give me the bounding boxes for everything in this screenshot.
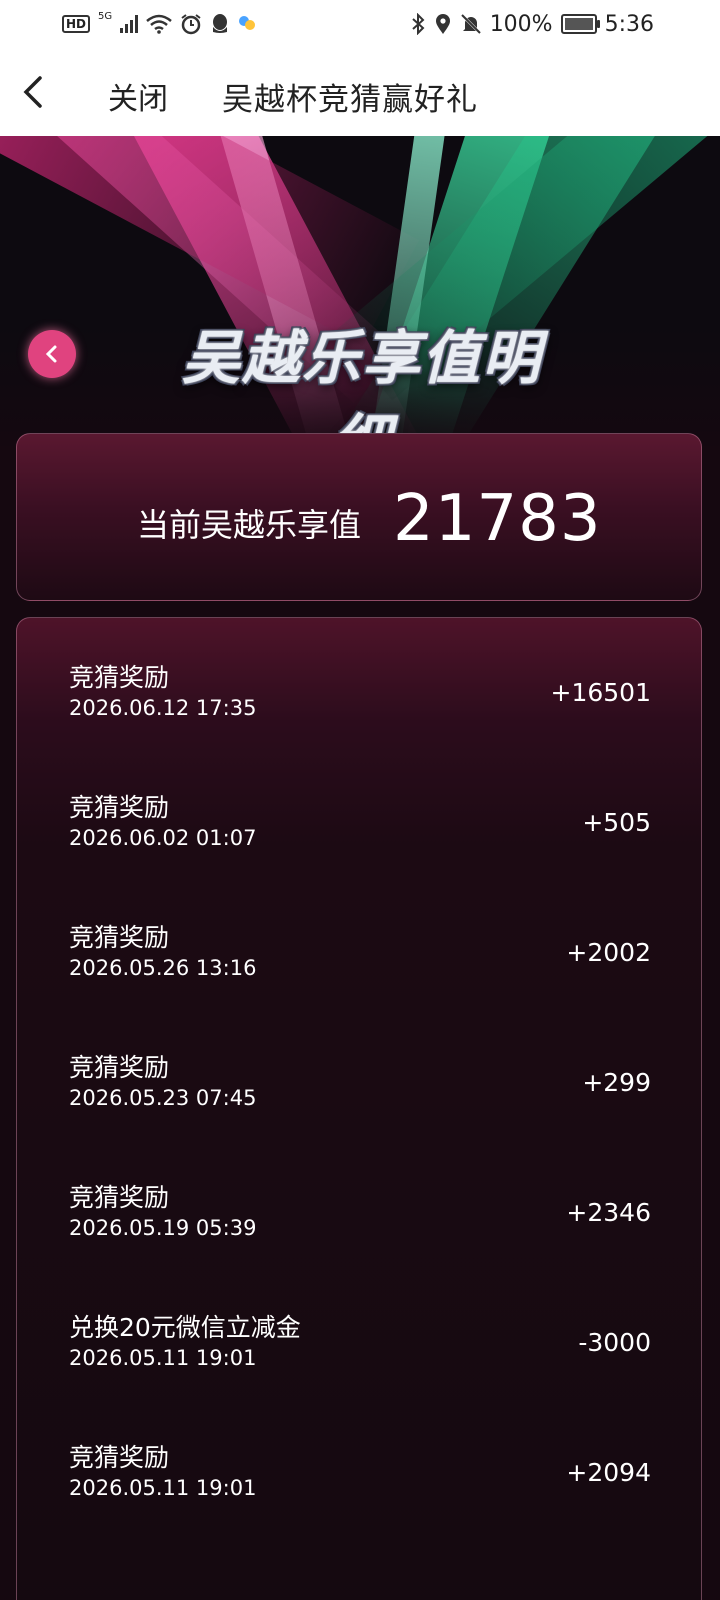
location-icon (435, 14, 450, 34)
record-title: 兑换20元微信立减金 (69, 1313, 301, 1342)
total-card: 当前吴越乐享值 21783 (16, 433, 702, 601)
record-amount: +299 (582, 1068, 651, 1097)
back-button[interactable] (14, 70, 54, 114)
network-type: 5G (98, 10, 113, 22)
total-value: 21783 (393, 482, 602, 556)
list-item: 竞猜奖励 2026.05.26 13:16 +2002 (17, 878, 703, 1008)
records-list: 竞猜奖励 2026.06.12 17:35 +16501 竞猜奖励 2026.0… (16, 617, 702, 1600)
status-right: 100% 5:36 (410, 10, 654, 38)
record-amount: +16501 (550, 678, 651, 707)
record-time: 2026.05.26 13:16 (69, 956, 257, 980)
battery-icon (560, 14, 600, 34)
mute-icon (460, 13, 481, 35)
signal-icon (120, 15, 139, 33)
list-item: 竞猜奖励 2026.06.02 01:07 +505 (17, 748, 703, 878)
record-title: 竞猜奖励 (69, 1443, 170, 1472)
list-item: 兑换20元微信立减金 2026.05.11 19:01 -3000 (17, 1268, 703, 1398)
record-amount: +2002 (566, 938, 651, 967)
record-title: 竞猜奖励 (69, 1183, 170, 1212)
total-label: 当前吴越乐享值 (137, 506, 362, 544)
clock: 5:36 (604, 11, 654, 37)
alarm-icon (181, 14, 201, 35)
qq-icon (213, 14, 228, 33)
record-time: 2026.05.19 05:39 (69, 1216, 257, 1240)
app-icon (239, 16, 256, 30)
record-amount: +2094 (566, 1458, 651, 1487)
record-time: 2026.05.23 07:45 (69, 1086, 257, 1110)
list-item: 竞猜奖励 2026.05.11 19:01 +2094 (17, 1398, 703, 1528)
record-amount: +2346 (566, 1198, 651, 1227)
wifi-icon (146, 14, 172, 34)
battery-percent: 100% (489, 11, 553, 37)
record-amount: +505 (582, 808, 651, 837)
list-item: 竞猜奖励 2026.05.19 05:39 +2346 (17, 1138, 703, 1268)
hd-icon: HD (62, 15, 91, 33)
header-banner: 吴越乐享值明细 (0, 136, 720, 446)
status-left: HD 5G (62, 10, 256, 38)
status-bar: HD 5G 100% 5:36 (0, 0, 720, 48)
record-time: 2026.06.12 17:35 (69, 696, 257, 720)
record-title: 竞猜奖励 (69, 663, 170, 692)
banner-back-button[interactable] (28, 330, 76, 378)
record-title: 竞猜奖励 (69, 923, 170, 952)
record-title: 竞猜奖励 (69, 793, 170, 822)
record-time: 2026.05.11 19:01 (69, 1476, 257, 1500)
list-item: 竞猜奖励 2026.06.12 17:35 +16501 (17, 618, 703, 748)
record-time: 2026.06.02 01:07 (69, 826, 257, 850)
nav-bar: 关闭 吴越杯竞猜赢好礼 (0, 48, 720, 136)
bluetooth-icon (412, 13, 425, 35)
close-button[interactable]: 关闭 (108, 74, 168, 118)
webview-content[interactable]: 吴越乐享值明细 当前吴越乐享值 21783 竞猜奖励 2026.06.12 17… (0, 136, 720, 1600)
banner-title: 吴越乐享值明细 (181, 324, 542, 446)
chevron-left-icon (45, 345, 57, 363)
record-time: 2026.05.11 19:01 (69, 1346, 257, 1370)
record-amount: -3000 (578, 1328, 651, 1357)
page-title: 吴越杯竞猜赢好礼 (222, 82, 478, 118)
chevron-left-icon (23, 76, 42, 108)
list-item: 竞猜奖励 2026.05.23 07:45 +299 (17, 1008, 703, 1138)
record-title: 竞猜奖励 (69, 1053, 170, 1082)
